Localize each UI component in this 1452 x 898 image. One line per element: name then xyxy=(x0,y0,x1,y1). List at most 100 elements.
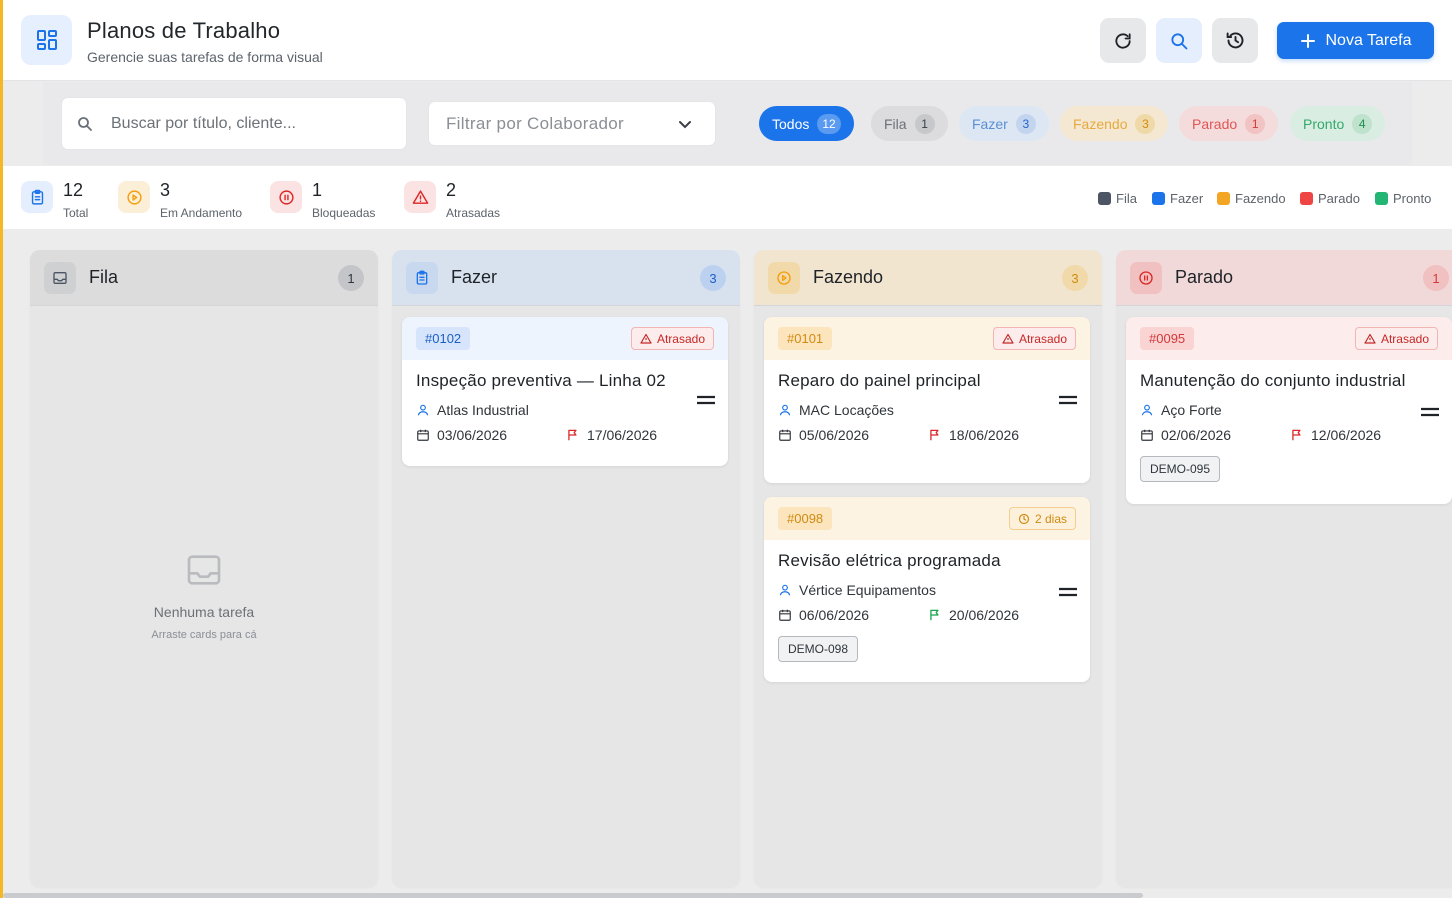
filter-chip-pronto[interactable]: Pronto 4 xyxy=(1290,106,1386,141)
task-dates: 06/06/2026 20/06/2026 xyxy=(778,607,1076,624)
new-task-button[interactable]: Nova Tarefa xyxy=(1277,22,1434,59)
drag-handle-icon[interactable] xyxy=(1058,395,1078,405)
horizontal-scrollbar[interactable] xyxy=(3,893,1143,898)
stat-in-progress-value: 3 xyxy=(160,180,171,200)
user-icon xyxy=(779,584,791,596)
refresh-icon xyxy=(1115,32,1131,49)
drag-handle-icon[interactable] xyxy=(1420,407,1440,417)
task-dates: 02/06/2026 12/06/2026 xyxy=(1140,427,1438,444)
task-tag[interactable]: DEMO-098 xyxy=(778,636,859,662)
card-header: #0101 Atrasado xyxy=(764,317,1090,360)
calendar-icon xyxy=(779,609,791,621)
warning-icon xyxy=(1002,333,1014,344)
chip-count: 4 xyxy=(1352,113,1373,134)
flag-icon xyxy=(930,609,939,621)
task-dates: 05/06/2026 18/06/2026 xyxy=(778,427,1076,444)
legend-item-fazendo: Fazendo xyxy=(1217,191,1286,206)
column-parado: Parado 1 #0095 Atrasado Manutenção do co… xyxy=(1116,250,1452,887)
inbox-icon xyxy=(44,261,76,294)
search-button[interactable] xyxy=(1156,18,1202,63)
column-header: Fazendo 3 xyxy=(754,250,1102,306)
column-title: Fazendo xyxy=(813,267,884,287)
task-card[interactable]: #0098 2 dias Revisão elétrica programada… xyxy=(764,497,1090,682)
filter-chip-fila[interactable]: Fila 1 xyxy=(871,106,948,141)
task-title: Manutenção do conjunto industrial xyxy=(1140,371,1406,390)
legend-item-parado: Parado xyxy=(1300,191,1360,206)
warning-icon xyxy=(640,333,652,344)
stat-late-value: 2 xyxy=(446,180,457,200)
plus-icon xyxy=(1300,33,1315,48)
task-client: Vértice Equipamentos xyxy=(778,582,1076,598)
days-left-badge: 2 dias xyxy=(1008,507,1076,530)
empty-title: Nenhuma tarefa xyxy=(153,604,255,620)
chip-count: 1 xyxy=(1245,113,1266,134)
stat-in-progress-label: Em Andamento xyxy=(160,206,243,220)
collaborator-select[interactable]: Filtrar por Colaborador xyxy=(428,101,716,146)
empty-hint: Arraste cards para cá xyxy=(151,629,257,641)
search-input[interactable] xyxy=(111,114,391,133)
search-icon xyxy=(1171,32,1188,49)
task-client: Atlas Industrial xyxy=(416,402,714,418)
filter-chip-fazer[interactable]: Fazer 3 xyxy=(959,106,1049,141)
task-card[interactable]: #0102 Atrasado Inspeção preventiva — Lin… xyxy=(402,317,728,466)
page-title: Planos de Trabalho xyxy=(87,18,281,43)
legend-item-pronto: Pronto xyxy=(1375,191,1431,206)
task-tag[interactable]: DEMO-095 xyxy=(1140,456,1221,482)
refresh-button[interactable] xyxy=(1100,18,1146,63)
empty-state: Nenhuma tarefa Arraste cards para cá xyxy=(30,550,378,641)
task-code: #0095 xyxy=(1140,327,1195,350)
new-task-label: Nova Tarefa xyxy=(1325,31,1412,49)
warning-icon xyxy=(404,181,436,213)
collaborator-select-value: Filtrar por Colaborador xyxy=(446,113,624,133)
late-badge: Atrasado xyxy=(992,327,1076,350)
card-header: #0095 Atrasado xyxy=(1126,317,1452,360)
history-button[interactable] xyxy=(1212,18,1258,63)
column-header: Fila 1 xyxy=(30,250,378,306)
drag-handle-icon[interactable] xyxy=(1058,587,1078,597)
legend-item-fila: Fila xyxy=(1098,191,1137,206)
task-dates: 03/06/2026 17/06/2026 xyxy=(416,427,714,444)
task-card[interactable]: #0095 Atrasado Manutenção do conjunto in… xyxy=(1126,317,1452,504)
calendar-icon xyxy=(1141,429,1153,441)
pause-circle-icon xyxy=(1130,261,1162,294)
column-count: 3 xyxy=(1062,265,1088,291)
flag-icon xyxy=(1292,429,1301,441)
search-field[interactable] xyxy=(61,97,407,150)
chevron-down-icon xyxy=(679,120,691,128)
column-count: 1 xyxy=(1423,265,1449,291)
column-fazer: Fazer 3 #0102 Atrasado Inspeção preventi… xyxy=(392,250,740,887)
column-fila: Fila 1 Nenhuma tarefa Arraste cards para… xyxy=(30,250,378,887)
column-count: 3 xyxy=(700,265,726,291)
column-header: Fazer 3 xyxy=(392,250,740,306)
filter-chip-parado[interactable]: Parado 1 xyxy=(1179,106,1279,141)
play-circle-icon xyxy=(768,261,800,294)
task-client: MAC Locações xyxy=(778,402,1076,418)
pause-circle-icon xyxy=(270,181,302,213)
chip-count: 3 xyxy=(1015,113,1036,134)
user-icon xyxy=(1141,404,1153,416)
column-header: Parado 1 xyxy=(1116,250,1452,306)
task-code: #0101 xyxy=(778,327,833,350)
late-badge: Atrasado xyxy=(630,327,714,350)
calendar-icon xyxy=(417,429,429,441)
page-subtitle: Gerencie suas tarefas de forma visual xyxy=(87,49,323,65)
user-icon xyxy=(417,404,429,416)
drag-handle-icon[interactable] xyxy=(696,395,716,405)
flag-icon xyxy=(930,429,939,441)
late-badge: Atrasado xyxy=(1354,327,1438,350)
task-title: Reparo do painel principal xyxy=(778,371,981,390)
column-title: Fila xyxy=(89,267,119,287)
task-title: Revisão elétrica programada xyxy=(778,551,1001,570)
app-header: Planos de Trabalho Gerencie suas tarefas… xyxy=(3,0,1452,81)
task-code: #0098 xyxy=(778,507,833,530)
grid-icon xyxy=(21,15,72,65)
search-icon xyxy=(78,116,92,131)
chip-count: 12 xyxy=(817,113,841,134)
filter-chip-fazendo[interactable]: Fazendo 3 xyxy=(1060,106,1169,141)
task-title: Inspeção preventiva — Linha 02 xyxy=(416,371,666,390)
task-card[interactable]: #0101 Atrasado Reparo do painel principa… xyxy=(764,317,1090,483)
filter-chip-todos[interactable]: Todos 12 xyxy=(759,106,854,141)
column-fazendo: Fazendo 3 #0101 Atrasado Reparo do paine… xyxy=(754,250,1102,887)
play-circle-icon xyxy=(118,181,150,213)
user-icon xyxy=(779,404,791,416)
